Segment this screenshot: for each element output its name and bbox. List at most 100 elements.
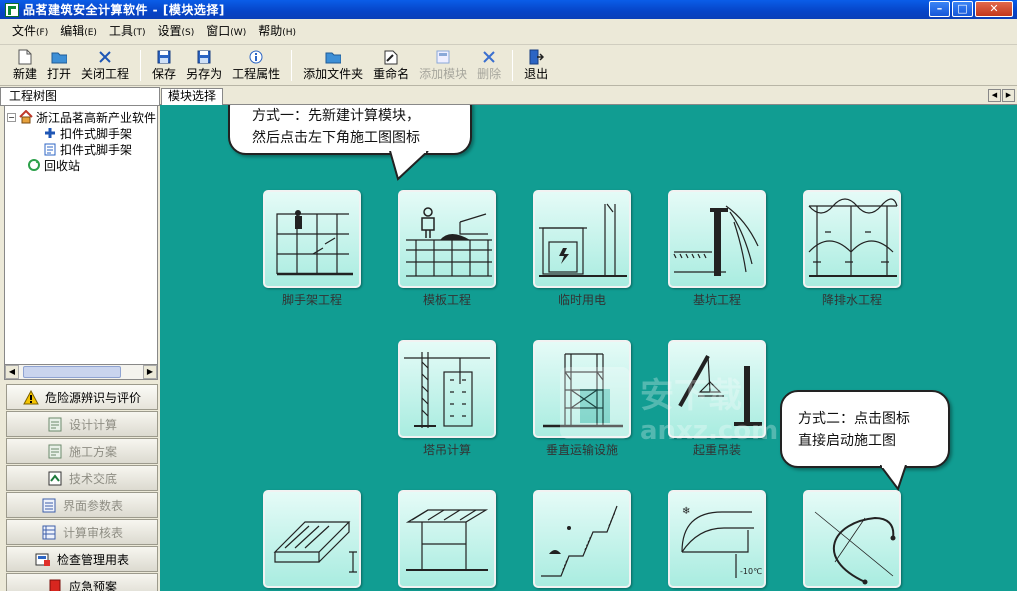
tab-bar: 模块选择 ◀ ▶	[160, 87, 1017, 105]
module-dewatering[interactable]	[803, 190, 901, 288]
new-button[interactable]: 新建	[8, 46, 42, 85]
scaffold-icon	[276, 210, 353, 276]
nav-technical-disclosure[interactable]: 技术交底	[6, 465, 158, 491]
callout-text: 方式二：点击图标	[798, 411, 910, 427]
module-steel-frame[interactable]	[398, 490, 496, 588]
left-panel: 工程树图 − 浙江品茗高新产业软件 扣件式脚手架 扣件式脚手架 回收站 ◀ ▶ …	[0, 87, 160, 591]
close-project-button[interactable]: 关闭工程	[76, 46, 134, 85]
save-as-button[interactable]: 另存为	[181, 46, 227, 85]
winter-icon: -10℃ ❄	[681, 506, 762, 578]
scroll-right-icon[interactable]: ▶	[143, 365, 157, 379]
nav-review-table[interactable]: 计算审核表	[6, 519, 158, 545]
tree-horizontal-scrollbar[interactable]: ◀ ▶	[4, 364, 158, 380]
slope-icon	[541, 505, 618, 577]
tower-crane-icon	[404, 352, 490, 428]
menu-tools[interactable]: 工具(T)	[103, 18, 152, 46]
menu-help[interactable]: 帮助(H)	[252, 18, 302, 46]
window-title: 品茗建筑安全计算软件 - [模块选择]	[23, 3, 225, 17]
tab-scroll-arrows: ◀ ▶	[988, 89, 1015, 102]
menu-edit[interactable]: 编辑(E)	[54, 18, 103, 46]
nav-design-calc[interactable]: 设计计算	[6, 411, 158, 437]
callout-text: 然后点击左下角施工图图标	[252, 130, 420, 146]
module-hoisting[interactable]	[668, 340, 766, 438]
save-button[interactable]: 保存	[147, 46, 181, 85]
module-curve[interactable]	[803, 490, 901, 588]
svg-text:-10℃: -10℃	[740, 567, 762, 576]
add-module-button[interactable]: 添加模块	[414, 46, 472, 85]
tree-item-label: 扣件式脚手架	[60, 142, 133, 157]
tab-scroll-left-icon[interactable]: ◀	[988, 89, 1001, 102]
properties-button[interactable]: 工程属性	[227, 46, 285, 85]
disclosure-icon	[47, 470, 63, 486]
save-disk-icon	[156, 49, 172, 65]
module-concrete[interactable]	[263, 490, 361, 588]
callout-method-one: 方式一：先新建计算模块， 然后点击左下角施工图图标	[228, 105, 472, 155]
calc-doc-icon	[43, 142, 57, 156]
tree-recycle[interactable]: 回收站	[5, 157, 157, 173]
menu-settings[interactable]: 设置(S)	[152, 18, 201, 46]
open-button[interactable]: 打开	[42, 46, 76, 85]
review-table-icon	[41, 524, 57, 540]
nav-parameter-table[interactable]: 界面参数表	[6, 492, 158, 518]
warning-icon	[23, 389, 39, 405]
module-scaffold[interactable]	[263, 190, 361, 288]
inspection-icon	[35, 551, 51, 567]
nav-emergency-plan[interactable]: 应急预案	[6, 573, 158, 591]
scroll-thumb[interactable]	[23, 366, 121, 378]
collapse-toggle[interactable]: −	[7, 112, 16, 122]
close-button[interactable]: ✕	[975, 1, 1013, 17]
tree-recycle-label: 回收站	[44, 158, 81, 173]
tab-scroll-right-icon[interactable]: ▶	[1002, 89, 1015, 102]
tree-item[interactable]: 扣件式脚手架	[5, 141, 157, 157]
project-tree: − 浙江品茗高新产业软件 扣件式脚手架 扣件式脚手架 回收站	[4, 106, 158, 364]
exit-door-icon	[528, 49, 545, 65]
house-icon	[19, 110, 33, 124]
maximize-button[interactable]: □	[952, 1, 973, 17]
module-slope[interactable]	[533, 490, 631, 588]
tree-root[interactable]: − 浙江品茗高新产业软件	[5, 109, 157, 125]
callout-text: 直接启动施工图	[798, 433, 896, 449]
module-formwork[interactable]	[398, 190, 496, 288]
toolbar: 新建 打开 关闭工程 保存 另存为 工程属性 添加文件夹 重命名 添加模块 删除	[0, 46, 1017, 86]
add-folder-button[interactable]: 添加文件夹	[298, 46, 368, 85]
svg-text:❄: ❄	[682, 506, 690, 517]
callout-tail	[880, 465, 907, 492]
nav-inspection-tables[interactable]: 检查管理用表	[6, 546, 158, 572]
module-label: 脚手架工程	[281, 293, 342, 307]
exit-button[interactable]: 退出	[519, 46, 553, 85]
emergency-icon	[47, 578, 63, 591]
delete-x-icon	[481, 49, 497, 65]
tree-item[interactable]: 扣件式脚手架	[5, 125, 157, 141]
callout-text: 方式一：先新建计算模块，	[252, 108, 420, 124]
temp-power-icon	[539, 203, 627, 277]
module-vertical-transport[interactable]	[533, 340, 631, 438]
module-tower-crane[interactable]	[398, 340, 496, 438]
rename-icon	[383, 49, 399, 65]
menu-file[interactable]: 文件(F)	[6, 18, 54, 46]
module-foundation-pit[interactable]	[668, 190, 766, 288]
concrete-icon	[273, 521, 357, 573]
tab-module-select[interactable]: 模块选择	[161, 88, 224, 105]
open-folder-icon	[51, 49, 68, 65]
module-label: 临时用电	[557, 293, 606, 307]
rename-button[interactable]: 重命名	[368, 46, 414, 85]
steel-frame-icon	[405, 509, 489, 571]
module-temp-power[interactable]	[533, 190, 631, 288]
menu-window[interactable]: 窗口(W)	[200, 18, 252, 46]
tree-root-label: 浙江品茗高新产业软件	[36, 110, 157, 125]
tree-item-label: 扣件式脚手架	[60, 126, 133, 141]
module-winter[interactable]: -10℃ ❄	[668, 490, 766, 588]
nav-hazard-identification[interactable]: 危险源辨识与评价	[6, 384, 158, 410]
param-table-icon	[41, 497, 57, 513]
menu-bar: 文件(F) 编辑(E) 工具(T) 设置(S) 窗口(W) 帮助(H)	[0, 19, 1017, 45]
close-x-icon	[97, 49, 113, 65]
new-file-icon	[17, 49, 33, 65]
tree-header: 工程树图	[0, 87, 160, 106]
minimize-button[interactable]: –	[929, 1, 950, 17]
nav-construction-plan[interactable]: 施工方案	[6, 438, 158, 464]
window-controls: – □ ✕	[929, 1, 1013, 17]
scroll-left-icon[interactable]: ◀	[5, 365, 19, 379]
delete-button[interactable]: 删除	[472, 46, 506, 85]
calc-doc-icon	[47, 416, 63, 432]
callout-tail	[389, 151, 429, 181]
